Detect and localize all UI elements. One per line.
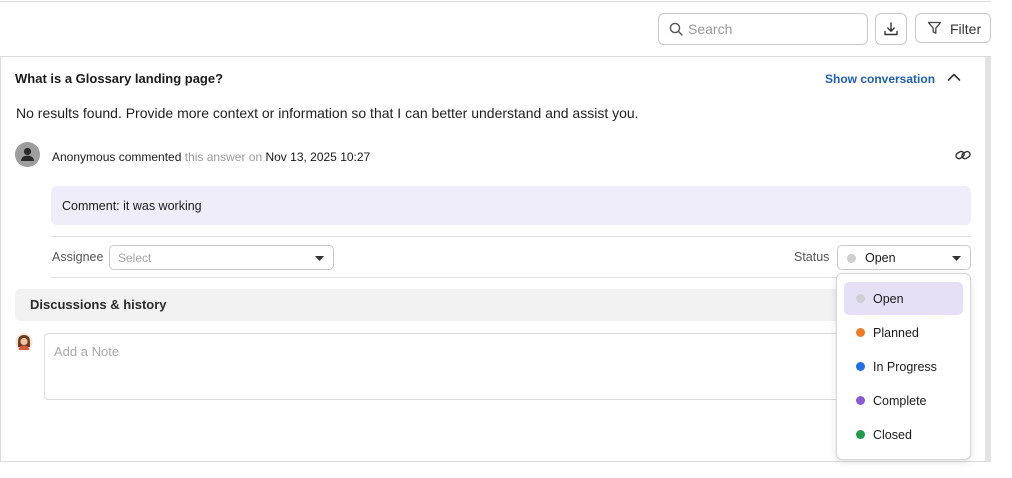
comment-bubble: Comment: it was working: [51, 186, 971, 225]
search-input[interactable]: [688, 20, 858, 38]
status-option-label: Complete: [873, 394, 927, 408]
comment-author: Anonymous commented: [52, 150, 182, 164]
anonymous-avatar: [15, 142, 40, 167]
comment-context: this answer on: [184, 150, 263, 164]
user-icon: [15, 142, 40, 167]
note-box[interactable]: [44, 333, 971, 400]
divider: [51, 236, 971, 237]
status-option[interactable]: Planned: [844, 316, 963, 349]
status-option-dot: [856, 328, 865, 337]
card-scrollbar[interactable]: [985, 57, 991, 461]
status-option-label: In Progress: [873, 360, 937, 374]
status-option[interactable]: In Progress: [844, 350, 963, 383]
divider: [51, 277, 971, 278]
status-option-dot: [856, 396, 865, 405]
link-icon[interactable]: [954, 147, 972, 163]
user-avatar-icon: [15, 333, 33, 351]
top-divider: [0, 1, 991, 2]
download-button[interactable]: [875, 13, 907, 45]
discussions-title: Discussions & history: [30, 297, 167, 312]
note-input[interactable]: [54, 344, 954, 384]
assignee-label: Assignee: [52, 250, 104, 264]
show-conversation-link[interactable]: Show conversation: [825, 72, 935, 86]
status-value: Open: [865, 251, 896, 265]
download-icon: [884, 22, 898, 36]
status-option-label: Open: [873, 292, 904, 306]
status-option-dot: [856, 362, 865, 371]
status-option[interactable]: Complete: [844, 384, 963, 417]
caret-down-icon: [315, 256, 324, 261]
comment-body: Comment: it was working: [62, 199, 202, 213]
status-option-dot: [856, 430, 865, 439]
assignee-select[interactable]: Select: [109, 245, 334, 270]
comment-timestamp: Nov 13, 2025 10:27: [265, 150, 371, 164]
assignee-placeholder: Select: [118, 251, 152, 265]
status-dot: [847, 254, 856, 263]
answer-text: No results found. Provide more context o…: [16, 105, 639, 121]
status-option-label: Closed: [873, 428, 912, 442]
question-title: What is a Glossary landing page?: [15, 71, 224, 86]
chevron-up-icon[interactable]: [946, 71, 962, 83]
comment-meta: Anonymous commented this answer on Nov 1…: [52, 150, 370, 164]
filter-label: Filter: [950, 21, 982, 37]
status-option-label: Planned: [873, 326, 919, 340]
status-option[interactable]: Open: [844, 282, 963, 315]
status-dropdown-menu: Open Planned In Progress Complete Closed: [836, 273, 971, 460]
search-icon: [669, 22, 683, 36]
status-label: Status: [794, 250, 830, 264]
filter-icon: [927, 21, 942, 34]
status-option[interactable]: Closed: [844, 418, 963, 451]
discussions-header[interactable]: Discussions & history: [15, 289, 971, 321]
status-select[interactable]: Open: [837, 245, 971, 270]
status-option-dot: [856, 294, 865, 303]
search-box[interactable]: [658, 13, 868, 45]
caret-down-icon: [952, 256, 961, 261]
filter-button[interactable]: Filter: [915, 13, 991, 43]
